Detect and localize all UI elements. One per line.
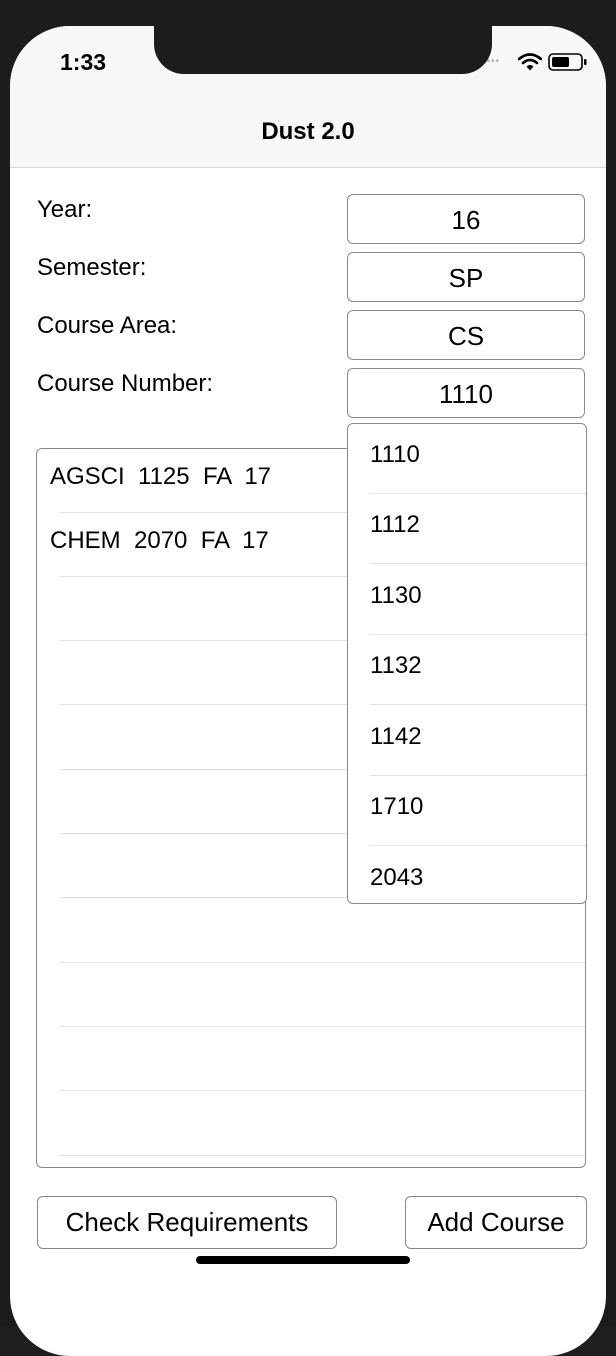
row-divider	[59, 1026, 585, 1027]
dropdown-option-label: 1130	[370, 582, 422, 609]
dropdown-option-label: 1710	[370, 793, 424, 820]
course-number-label: Course Number:	[37, 370, 214, 397]
dropdown-option-label: 1110	[370, 441, 420, 468]
dropdown-option-label: 1142	[370, 723, 422, 750]
course-entry-text: CHEM 2070 FA 17	[50, 527, 269, 554]
dropdown-option[interactable]: 1132	[348, 635, 586, 705]
row-divider	[59, 1155, 585, 1156]
year-label: Year:	[37, 196, 93, 223]
dropdown-option-label: 1132	[370, 652, 422, 679]
semester-field[interactable]: SP	[347, 252, 585, 302]
battery-icon	[548, 53, 587, 71]
dropdown-option[interactable]: 1710	[348, 776, 586, 846]
row-divider	[59, 962, 585, 963]
course-entry-text: AGSCI 1125 FA 17	[50, 463, 272, 490]
course-area-label: Course Area:	[37, 312, 178, 339]
device-notch	[154, 26, 492, 74]
course-number-field[interactable]: 1110	[347, 368, 585, 418]
row-divider	[59, 1090, 585, 1091]
page-title: Dust 2.0	[261, 118, 355, 145]
dropdown-option[interactable]: 1112	[348, 494, 586, 564]
semester-label: Semester:	[37, 254, 147, 281]
course-area-field[interactable]: CS	[347, 310, 585, 360]
dropdown-option[interactable]: 1110	[348, 424, 586, 494]
add-course-button[interactable]: Add Course	[405, 1196, 587, 1249]
dropdown-option-label: 2043	[370, 864, 424, 891]
option-divider	[370, 845, 586, 846]
option-divider	[370, 563, 586, 564]
year-field[interactable]: 16	[347, 194, 585, 244]
status-time: 1:33	[60, 49, 107, 75]
navigation-bar: Dust 2.0	[10, 106, 606, 168]
dropdown-option[interactable]: 1130	[348, 565, 586, 635]
dropdown-option-label: 1112	[370, 511, 420, 538]
option-divider	[370, 704, 586, 705]
phone-device: 1:33 •••• Dust 2.0 Year: 16 Semester: SP…	[0, 0, 616, 1356]
home-indicator[interactable]	[196, 1256, 410, 1264]
app-screen: 1:33 •••• Dust 2.0 Year: 16 Semester: SP…	[10, 26, 606, 1356]
course-number-dropdown[interactable]: 1110 1112 1130 1132 1142 1710 2043	[347, 423, 587, 904]
check-requirements-button[interactable]: Check Requirements	[37, 1196, 337, 1249]
wifi-icon	[518, 53, 542, 71]
dropdown-option[interactable]: 2043	[348, 847, 586, 903]
dropdown-option[interactable]: 1142	[348, 706, 586, 776]
